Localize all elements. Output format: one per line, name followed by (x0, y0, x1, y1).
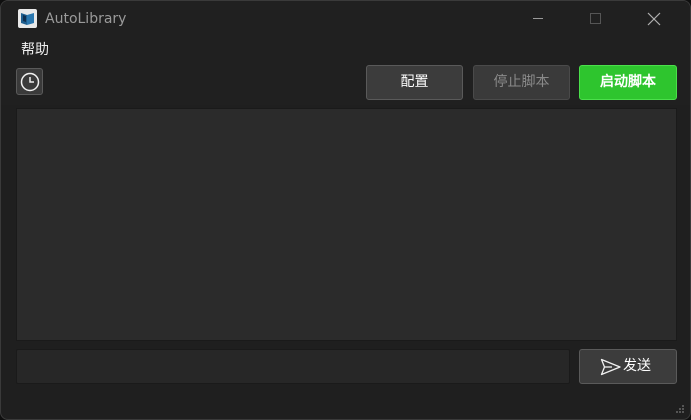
stop-script-button[interactable]: 停止脚本 (473, 65, 570, 100)
window-title: AutoLibrary (45, 11, 127, 27)
minimize-button[interactable] (515, 1, 561, 37)
minimize-icon (533, 18, 543, 19)
send-icon (600, 358, 621, 376)
menu-item-help[interactable]: 帮助 (15, 40, 55, 60)
history-button[interactable] (16, 68, 43, 95)
send-label: 发送 (623, 358, 651, 374)
maximize-button[interactable] (572, 1, 618, 37)
toolbar: 配置 停止脚本 启动脚本 (1, 63, 690, 105)
maximize-icon (590, 13, 601, 24)
message-input[interactable] (16, 349, 570, 384)
clock-icon (20, 72, 40, 92)
log-output[interactable] (16, 108, 677, 341)
menu-bar: 帮助 (1, 37, 690, 63)
resize-grip-icon[interactable] (673, 401, 685, 413)
config-button[interactable]: 配置 (366, 65, 463, 100)
app-window: AutoLibrary 帮助 配置 停止脚本 启动脚本 发送 (0, 0, 691, 420)
start-script-button[interactable]: 启动脚本 (579, 65, 677, 100)
close-icon (647, 12, 661, 26)
book-icon (18, 9, 37, 28)
close-button[interactable] (631, 1, 677, 37)
send-button[interactable]: 发送 (579, 349, 677, 384)
title-bar[interactable]: AutoLibrary (1, 1, 690, 37)
